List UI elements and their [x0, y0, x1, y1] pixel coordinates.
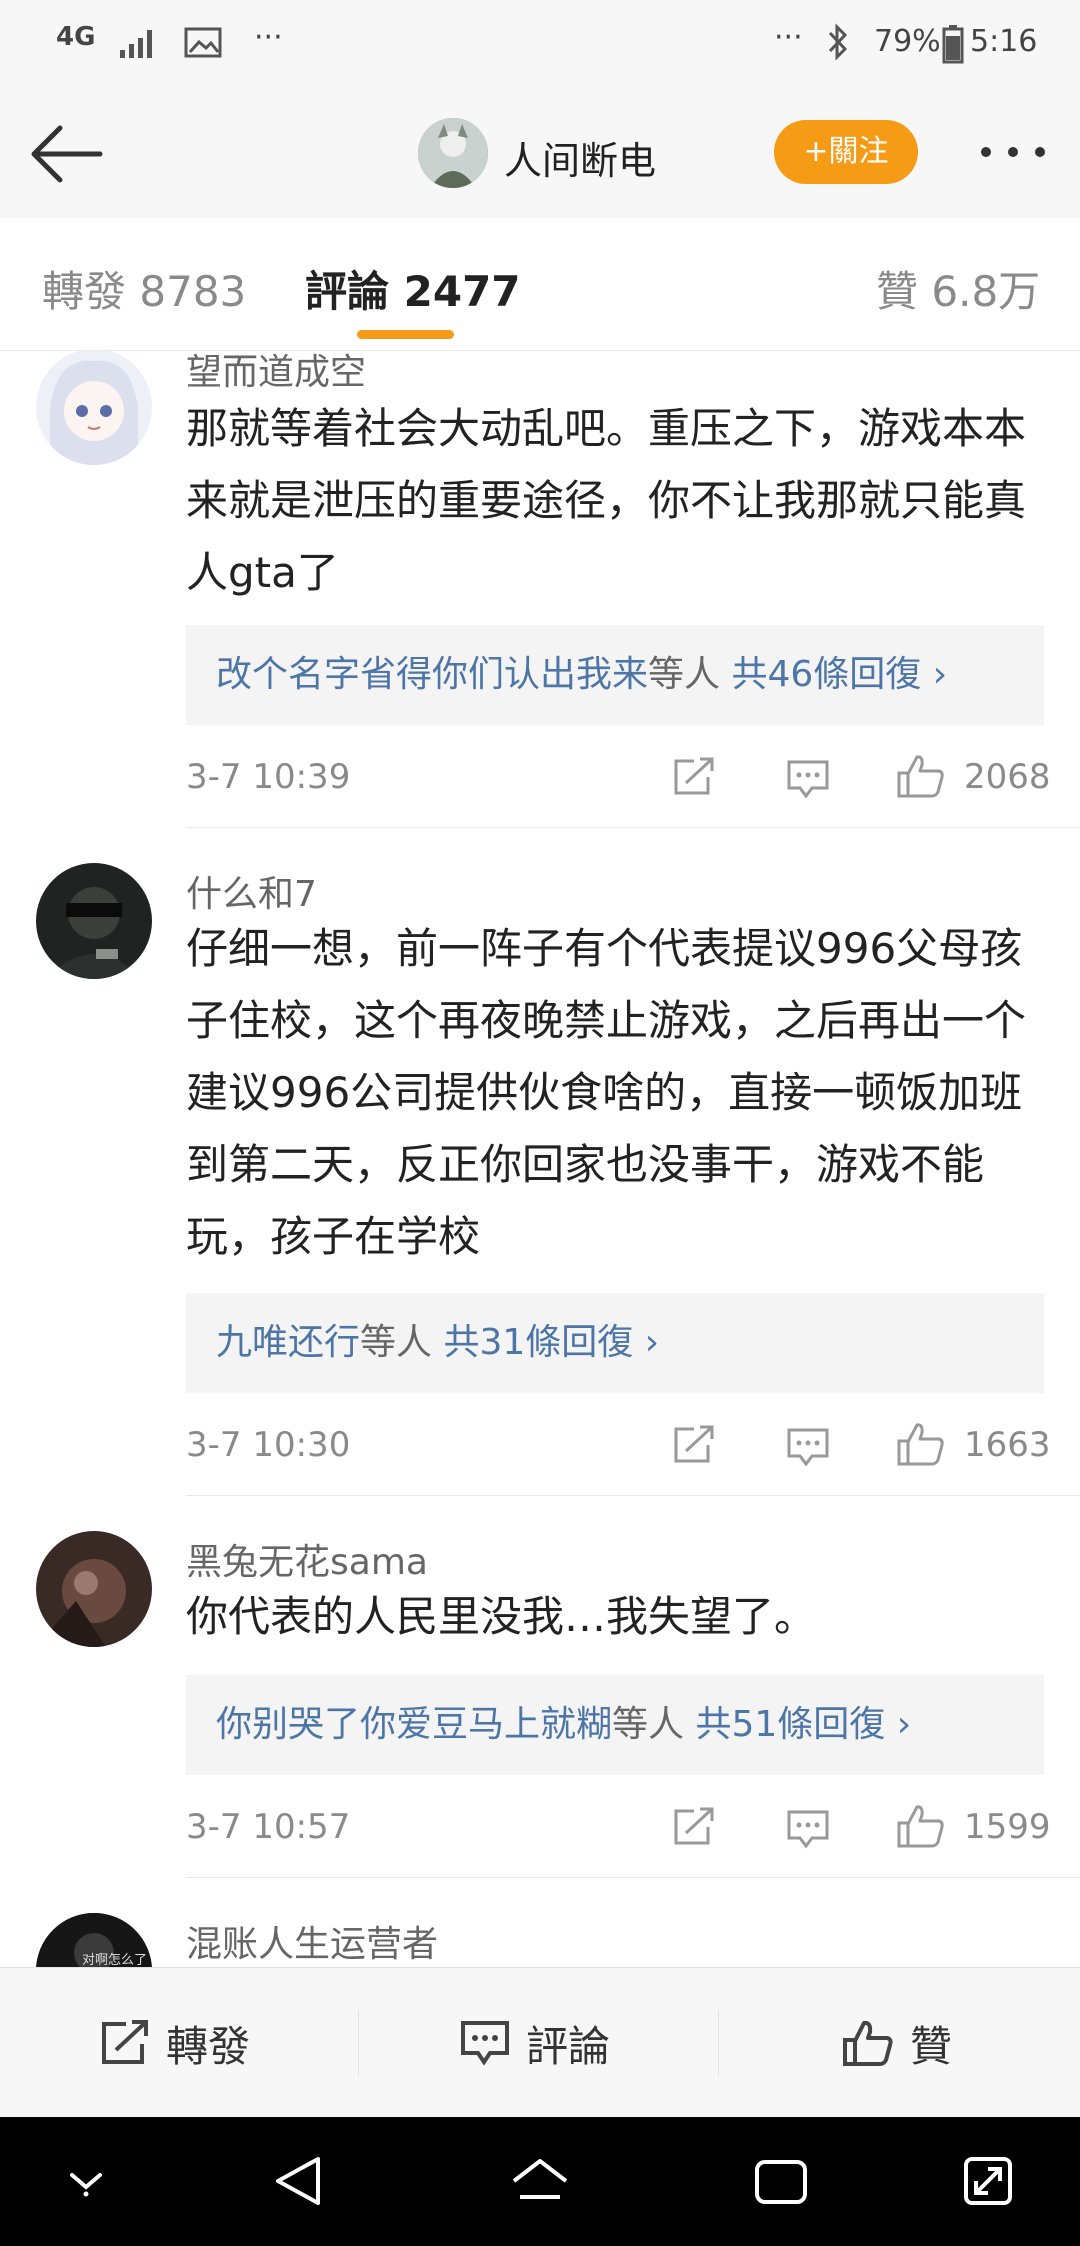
image-notification-icon — [184, 26, 224, 60]
reply-count[interactable]: 共51條回復 › — [695, 1704, 911, 1745]
repost-icon — [100, 2020, 150, 2066]
comment-time: 3-7 10:57 — [186, 1807, 351, 1847]
like-icon — [842, 2019, 894, 2067]
repost-action-button[interactable]: 轉發 — [100, 1968, 250, 2118]
reply-summary[interactable]: 九唯还行等人 共31條回復 › — [186, 1293, 1044, 1393]
author-avatar[interactable] — [418, 118, 488, 188]
comment-username[interactable]: 望而道成空 — [186, 351, 366, 395]
tab-like-count: 6.8万 — [931, 267, 1041, 316]
network-indicator: 4G — [56, 22, 96, 52]
like-count: 2068 — [964, 757, 1051, 797]
tab-bar: 轉發 8783 評論 2477 贊 6.8万 — [0, 218, 1080, 351]
divider — [186, 827, 1080, 828]
tab-comment[interactable]: 評論 2477 — [305, 258, 521, 319]
comment-username[interactable]: 黑兔无花sama — [186, 1533, 428, 1585]
battery-percent: 79% — [874, 24, 941, 59]
comment-username[interactable]: 混账人生运营者 — [186, 1915, 438, 1967]
page-title: 人间断电 — [504, 139, 657, 183]
reply-names[interactable]: 你别哭了你爱豆马上就糊 — [216, 1704, 612, 1745]
like-action-button[interactable]: 贊 — [842, 1968, 952, 2118]
tab-like[interactable]: 贊 6.8万 — [876, 258, 1040, 319]
home-nav-icon[interactable] — [510, 2157, 570, 2207]
like-count: 1599 — [964, 1807, 1051, 1847]
like-icon[interactable] — [896, 1803, 946, 1849]
chevron-down-icon[interactable] — [66, 2167, 106, 2197]
status-bar: 4G ··· ··· 79% 5:16 — [0, 0, 1080, 90]
back-nav-icon[interactable] — [272, 2155, 324, 2207]
commenter-avatar[interactable]: 对啊怎么了 — [36, 1913, 152, 1967]
more-icon[interactable] — [978, 144, 1048, 160]
tab-comment-count: 2477 — [403, 267, 521, 316]
commenter-avatar[interactable] — [36, 863, 152, 979]
tab-comment-label: 評論 — [305, 267, 390, 316]
like-action-label: 贊 — [910, 2021, 953, 2071]
title-bar: 人间断电 +關注 — [0, 90, 1080, 219]
bottom-action-bar: 轉發 評論 贊 — [0, 1967, 1080, 2118]
clock: 5:16 — [970, 24, 1038, 59]
battery-icon — [942, 24, 964, 64]
divider — [186, 1877, 1080, 1878]
reply-names[interactable]: 九唯还行 — [216, 1322, 360, 1363]
follow-button[interactable]: +關注 — [774, 120, 918, 184]
like-count: 1663 — [964, 1425, 1051, 1465]
more-notifications-icon: ··· — [254, 20, 283, 55]
comment-text: 那就等着社会大动乱吧。重压之下，游戏本本来就是泄压的重要途径，你不让我那就只能真… — [186, 404, 1027, 597]
reply-suffix: 等人 — [648, 654, 721, 695]
comment-time: 3-7 10:30 — [186, 1425, 351, 1465]
active-tab-indicator — [357, 330, 454, 339]
repost-icon[interactable] — [672, 1425, 716, 1465]
back-arrow-icon[interactable] — [28, 122, 104, 186]
comment-username[interactable]: 什么和7 — [186, 865, 317, 917]
comment-time: 3-7 10:39 — [186, 757, 351, 797]
separator — [718, 2010, 719, 2076]
recents-nav-icon[interactable] — [754, 2159, 808, 2205]
bluetooth-icon — [826, 22, 850, 62]
separator — [358, 2010, 359, 2076]
system-navigation-bar — [0, 2117, 1080, 2246]
like-icon[interactable] — [896, 1421, 946, 1467]
repost-action-label: 轉發 — [166, 2021, 251, 2071]
reply-summary[interactable]: 改个名字省得你们认出我来等人 共46條回復 › — [186, 625, 1044, 725]
avatar-caption: 对啊怎么了 — [82, 1953, 148, 1967]
expand-icon[interactable] — [962, 2155, 1014, 2207]
comment-icon — [460, 2020, 510, 2066]
status-dots-icon: ··· — [774, 20, 803, 55]
reply-suffix: 等人 — [612, 1704, 685, 1745]
commenter-avatar[interactable] — [36, 1531, 152, 1647]
comment-text: 仔细一想，前一阵子有个代表提议996父母孩子住校，这个再夜晚禁止游戏，之后再出一… — [186, 924, 1027, 1261]
reply-icon[interactable] — [786, 1427, 830, 1467]
tab-repost[interactable]: 轉發 8783 — [42, 258, 246, 319]
repost-icon[interactable] — [672, 757, 716, 797]
reply-names[interactable]: 改个名字省得你们认出我来 — [216, 654, 648, 695]
comment-text: 你代表的人民里没我…我失望了。 — [186, 1592, 817, 1641]
reply-count[interactable]: 共46條回復 › — [731, 654, 947, 695]
reply-count[interactable]: 共31條回復 › — [443, 1322, 659, 1363]
reply-icon[interactable] — [786, 759, 830, 799]
reply-icon[interactable] — [786, 1809, 830, 1849]
commenter-avatar[interactable] — [36, 351, 152, 465]
signal-icon — [118, 26, 160, 60]
reply-suffix: 等人 — [360, 1322, 433, 1363]
tab-repost-count: 8783 — [139, 267, 247, 316]
reply-summary[interactable]: 你别哭了你爱豆马上就糊等人 共51條回復 › — [186, 1675, 1044, 1775]
repost-icon[interactable] — [672, 1807, 716, 1847]
tab-repost-label: 轉發 — [42, 267, 127, 316]
like-icon[interactable] — [896, 753, 946, 799]
divider — [186, 1495, 1080, 1496]
comment-action-button[interactable]: 評論 — [460, 1968, 610, 2118]
tab-like-label: 贊 — [876, 267, 919, 316]
comment-action-label: 評論 — [526, 2021, 611, 2071]
comment-list: 望而道成空 那就等着社会大动乱吧。重压之下，游戏本本来就是泄压的重要途径，你不让… — [0, 351, 1080, 1967]
